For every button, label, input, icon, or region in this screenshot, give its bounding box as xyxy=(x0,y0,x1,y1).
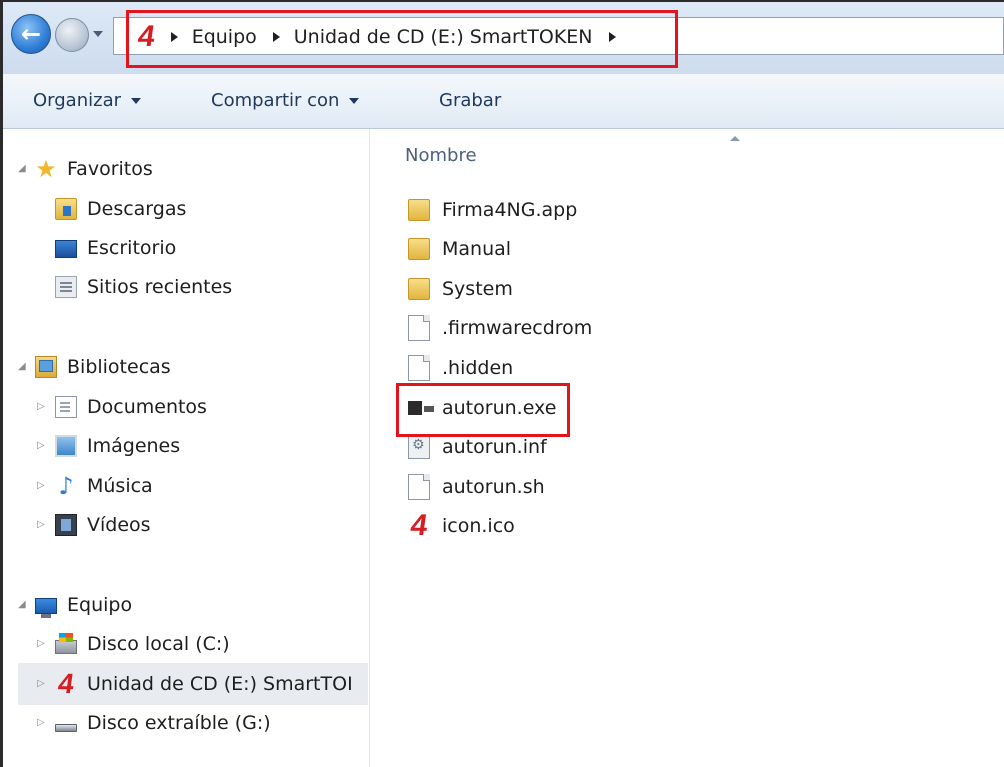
file-name: autorun.sh xyxy=(442,476,545,498)
tree-item-label: Descargas xyxy=(87,198,187,220)
tree-computer[interactable]: Equipo xyxy=(35,590,132,620)
share-label: Compartir con xyxy=(211,90,340,111)
expand-triangle-icon[interactable]: ▷ xyxy=(37,638,45,649)
computer-icon xyxy=(35,597,57,618)
burn-button[interactable]: Grabar xyxy=(439,90,501,111)
expand-triangle-icon[interactable]: ▷ xyxy=(37,678,45,689)
tree-item-label: Sitios recientes xyxy=(87,276,233,298)
windows-drive-icon xyxy=(55,633,77,654)
sort-ascending-icon xyxy=(730,136,740,141)
collapse-triangle-icon[interactable]: ◢ xyxy=(18,599,26,610)
file-item-icon-ico[interactable]: 4 icon.ico xyxy=(408,509,515,542)
tree-item-music[interactable]: ♪ Música xyxy=(55,471,153,501)
tree-favorites[interactable]: ★ Favoritos xyxy=(35,154,153,184)
file-list: Nombre Firma4NG.app Manual System .firmw… xyxy=(370,129,1004,767)
star-icon: ★ xyxy=(35,155,57,183)
tree-item-pictures[interactable]: Imágenes xyxy=(55,431,180,461)
file-item-system[interactable]: System xyxy=(408,274,513,304)
tree-item-label: Disco local (C:) xyxy=(87,633,230,655)
arrow-left-icon: ← xyxy=(20,20,42,48)
usb-drive-icon xyxy=(55,724,77,732)
file-name: icon.ico xyxy=(442,515,515,537)
chevron-down-icon xyxy=(131,98,141,104)
expand-triangle-icon[interactable]: ▷ xyxy=(37,401,45,412)
tree-item-label: Vídeos xyxy=(87,514,151,536)
tree-item-label: Unidad de CD (E:) SmartTOI xyxy=(87,673,353,695)
file-name: Firma4NG.app xyxy=(442,199,578,221)
file-name: .hidden xyxy=(442,357,514,379)
videos-icon xyxy=(55,514,77,536)
chevron-down-icon xyxy=(349,98,360,104)
recent-pages-dropdown[interactable] xyxy=(93,31,103,37)
file-icon xyxy=(408,355,430,381)
folder-icon xyxy=(408,278,430,300)
file-item-hidden[interactable]: .hidden xyxy=(408,353,513,383)
tree-item-desktop[interactable]: Escritorio xyxy=(55,233,176,263)
tree-item-documents[interactable]: Documentos xyxy=(55,392,207,422)
file-item-firma4ng[interactable]: Firma4NG.app xyxy=(408,195,577,225)
file-name: System xyxy=(442,278,513,300)
tree-item-label: Disco extraíble (G:) xyxy=(87,712,271,734)
share-with-button[interactable]: Compartir con xyxy=(211,90,360,111)
tree-libraries[interactable]: Bibliotecas xyxy=(35,352,171,382)
tree-libraries-label: Bibliotecas xyxy=(67,356,171,378)
autorun-exe-highlight-box xyxy=(396,383,570,437)
back-button[interactable]: ← xyxy=(11,14,51,54)
tree-item-removable-disk[interactable]: Disco extraíble (G:) xyxy=(55,708,271,738)
recent-places-icon xyxy=(55,276,77,298)
libraries-icon xyxy=(35,356,57,378)
file-name: .firmwarecdrom xyxy=(442,317,593,339)
folder-icon xyxy=(408,199,430,221)
tree-item-local-disk[interactable]: Disco local (C:) xyxy=(55,629,230,659)
file-item-manual[interactable]: Manual xyxy=(408,234,511,264)
tree-favorites-label: Favoritos xyxy=(67,158,153,180)
tree-item-downloads[interactable]: Descargas xyxy=(55,194,186,224)
file-item-firmwarecdrom[interactable]: .firmwarecdrom xyxy=(408,313,592,343)
tree-item-label: Imágenes xyxy=(87,435,181,457)
file-name: Manual xyxy=(442,238,512,260)
column-header-name[interactable]: Nombre xyxy=(405,145,477,166)
file-icon xyxy=(408,315,430,341)
burn-label: Grabar xyxy=(439,90,502,111)
expand-triangle-icon[interactable]: ▷ xyxy=(37,717,45,728)
config-file-icon xyxy=(408,435,430,459)
organize-button[interactable]: Organizar xyxy=(33,90,141,111)
brand-4-icon: 4 xyxy=(408,509,430,542)
forward-button[interactable] xyxy=(55,18,89,52)
address-highlight-box xyxy=(126,10,678,68)
file-icon xyxy=(408,474,430,500)
desktop-icon xyxy=(55,240,77,258)
collapse-triangle-icon[interactable]: ◢ xyxy=(18,163,26,174)
expand-triangle-icon[interactable]: ▷ xyxy=(37,440,45,451)
downloads-folder-icon xyxy=(55,198,77,220)
smarttoken-4-icon: 4 xyxy=(56,668,77,699)
music-note-icon: ♪ xyxy=(58,472,74,500)
tree-item-videos[interactable]: Vídeos xyxy=(55,510,151,540)
folder-icon xyxy=(408,238,430,260)
pictures-icon xyxy=(55,435,77,457)
expand-triangle-icon[interactable]: ▷ xyxy=(37,519,45,530)
tree-item-label: Documentos xyxy=(87,396,207,418)
file-name: autorun.inf xyxy=(442,436,547,458)
tree-item-label: Música xyxy=(87,475,153,497)
collapse-triangle-icon[interactable]: ◢ xyxy=(18,361,26,372)
tree-item-recent-places[interactable]: Sitios recientes xyxy=(55,272,232,302)
expand-triangle-icon[interactable]: ▷ xyxy=(37,480,45,491)
tree-item-label: Escritorio xyxy=(87,237,177,259)
organize-label: Organizar xyxy=(33,90,121,111)
tree-item-cd-drive[interactable]: 4 Unidad de CD (E:) SmartTOI xyxy=(55,668,353,699)
command-toolbar: Organizar Compartir con Grabar xyxy=(3,74,1004,129)
file-item-autorun-sh[interactable]: autorun.sh xyxy=(408,472,545,502)
tree-computer-label: Equipo xyxy=(67,594,133,616)
documents-icon xyxy=(55,396,77,418)
